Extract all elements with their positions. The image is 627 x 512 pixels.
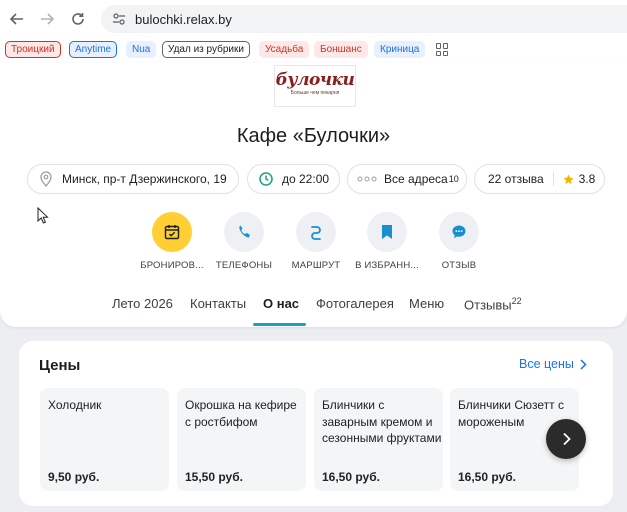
route-action[interactable]: МАРШРУТ	[281, 212, 351, 271]
route-label: МАРШРУТ	[291, 260, 341, 271]
phones-label: ТЕЛЕФОНЫ	[215, 260, 273, 271]
url-text: bulochki.relax.by	[135, 11, 232, 27]
tab-menu[interactable]: Меню	[409, 296, 444, 311]
address-text: Минск, пр-т Дзержинского, 19	[62, 172, 227, 186]
rating-value: 3.8	[578, 172, 596, 186]
bookmark-remove-from-category[interactable]: Удал из рубрики	[162, 41, 250, 58]
chat-icon	[452, 225, 466, 239]
logo-brand: булочки	[275, 70, 355, 90]
price-item-price: 15,50 руб.	[185, 470, 243, 484]
phones-button[interactable]	[224, 212, 264, 252]
apps-grid-icon[interactable]	[436, 43, 449, 56]
chevron-right-icon	[562, 432, 571, 446]
favorites-button[interactable]	[367, 212, 407, 252]
price-item[interactable]: Окрошка на кефире с ростбифом 15,50 руб.	[177, 388, 306, 491]
bookmark-icon	[382, 225, 392, 239]
price-item-price: 9,50 руб.	[48, 470, 100, 484]
active-tab-indicator	[253, 323, 306, 326]
site-info-icon[interactable]	[108, 8, 130, 30]
review-button[interactable]	[439, 212, 479, 252]
price-item-name: Холодник	[48, 398, 102, 412]
route-icon	[311, 226, 321, 240]
tab-reviews[interactable]: Отзывы22	[464, 296, 522, 312]
star-icon	[563, 174, 574, 185]
route-button[interactable]	[296, 212, 336, 252]
chevron-right-icon	[580, 358, 587, 370]
all-prices-label: Все цены	[519, 357, 574, 371]
favorites-label: В ИЗБРАНН...	[355, 260, 419, 271]
bookmark-nua[interactable]: Nua	[126, 41, 157, 58]
favorites-action[interactable]: В ИЗБРАНН...	[352, 212, 422, 271]
browser-toolbar: bulochki.relax.by	[0, 0, 627, 37]
phones-action[interactable]: ТЕЛЕФОНЫ	[209, 212, 279, 271]
chip-divider	[552, 172, 554, 186]
price-item[interactable]: Блинчики с заварным кремом и сезонными ф…	[314, 388, 443, 491]
address-chip[interactable]: Минск, пр-т Дзержинского, 19	[27, 164, 239, 194]
price-item-name: Окрошка на кефире с ростбифом	[185, 398, 297, 429]
carousel-next-button[interactable]	[546, 419, 586, 459]
reload-button[interactable]	[67, 8, 89, 30]
all-addresses-chip[interactable]: Все адреса 10	[347, 164, 467, 194]
tab-contacts[interactable]: Контакты	[190, 296, 246, 311]
all-prices-link[interactable]: Все цены	[519, 357, 587, 371]
hours-text: до 22:00	[282, 172, 330, 186]
page-title: Кафе «Булочки»	[236, 125, 391, 147]
venue-logo: булочки Больше чем пекарня	[274, 65, 356, 107]
address-bar[interactable]: bulochki.relax.by	[101, 5, 627, 33]
price-item-name: Блинчики с заварным кремом и сезонными ф…	[322, 398, 442, 445]
arrow-right-icon	[41, 13, 54, 25]
venue-header-card: булочки Больше чем пекарня Кафе «Булочки…	[0, 63, 627, 327]
price-item-price: 16,50 руб.	[458, 470, 516, 484]
bookmark-anytime[interactable]: Anytime	[69, 41, 118, 58]
hours-chip[interactable]: до 22:00	[247, 164, 340, 194]
price-item[interactable]: Холодник 9,50 руб.	[40, 388, 169, 491]
price-item-price: 16,50 руб.	[322, 470, 380, 484]
prices-section: Цены Все цены Холодник 9,50 руб. Окрошка…	[19, 341, 613, 506]
bookmark-krinitsa[interactable]: Криница	[374, 41, 426, 58]
all-addresses-label: Все адреса	[384, 172, 448, 186]
reload-icon	[72, 13, 84, 25]
bookmark-usadba[interactable]: Усадьба	[259, 41, 310, 58]
review-label: ОТЗЫВ	[441, 260, 477, 271]
location-pin-icon	[39, 171, 53, 187]
tab-summer-2026[interactable]: Лето 2026	[112, 296, 173, 311]
prices-heading: Цены	[39, 357, 81, 374]
tab-about[interactable]: О нас	[263, 296, 299, 311]
more-dots-icon	[357, 176, 377, 182]
addresses-count: 10	[448, 174, 459, 184]
mouse-cursor-icon	[37, 206, 49, 229]
booking-label: БРОНИРОВ...	[140, 260, 204, 271]
booking-action[interactable]: БРОНИРОВ...	[137, 212, 207, 271]
booking-button[interactable]	[152, 212, 192, 252]
section-tabs: Лето 2026 Контакты О нас Фотогалерея Мен…	[0, 296, 627, 326]
clock-icon	[259, 172, 273, 186]
reviews-rating-chip[interactable]: 22 отзыва 3.8	[474, 164, 605, 194]
logo-slogan: Больше чем пекарня	[290, 90, 340, 96]
review-action[interactable]: ОТЗЫВ	[424, 212, 494, 271]
bookmarks-bar: Троицкий Anytime Nua Удал из рубрики Уса…	[0, 37, 627, 63]
bookmark-bonchance[interactable]: Боншанс	[314, 41, 368, 58]
phone-icon	[239, 225, 250, 238]
tab-gallery[interactable]: Фотогалерея	[316, 296, 394, 311]
back-button[interactable]	[6, 8, 28, 30]
tab-reviews-label: Отзывы	[464, 297, 512, 313]
bookmark-troitsky[interactable]: Троицкий	[5, 41, 61, 58]
calendar-icon	[164, 225, 180, 240]
forward-button[interactable]	[36, 8, 58, 30]
tab-reviews-count: 22	[511, 296, 522, 306]
reviews-count-text: 22 отзыва	[488, 172, 544, 186]
arrow-left-icon	[10, 13, 23, 25]
